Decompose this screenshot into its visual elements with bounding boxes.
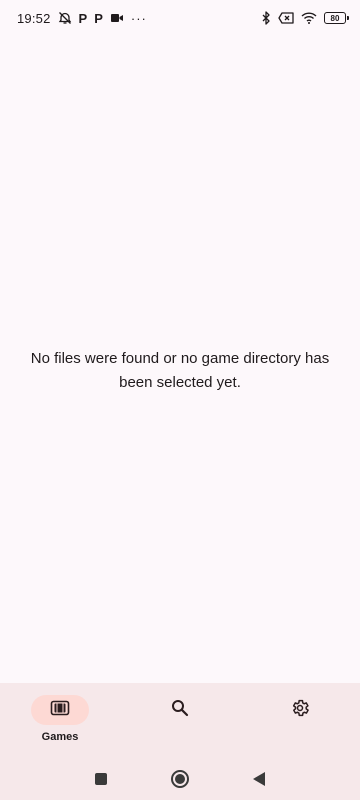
sim-x-icon — [278, 12, 294, 24]
cartridge-icon — [50, 700, 70, 721]
screen: 19:52 P P ··· 80 No files were found or … — [0, 0, 360, 800]
gear-icon — [290, 698, 310, 723]
nav-item-search[interactable] — [130, 695, 230, 725]
status-bar-right: 80 — [261, 11, 349, 25]
wifi-icon — [301, 12, 317, 24]
nav-item-settings[interactable] — [250, 695, 350, 725]
nav-label-games: Games — [41, 731, 79, 743]
bottom-navigation: Games — [0, 683, 360, 757]
search-icon — [171, 699, 189, 722]
status-time: 19:52 — [17, 10, 51, 26]
home-circle-icon[interactable] — [170, 769, 190, 789]
alarm-off-icon — [58, 11, 72, 25]
battery-icon: 80 — [324, 12, 349, 24]
nav-item-games[interactable]: Games — [10, 695, 110, 745]
nav-active-indicator — [31, 695, 89, 725]
nav-pill-search — [151, 695, 209, 725]
status-bar-left: 19:52 P P ··· — [17, 11, 147, 26]
overflow-dots: ··· — [130, 10, 147, 26]
battery-level: 80 — [330, 13, 340, 23]
back-triangle-icon[interactable] — [249, 769, 269, 789]
parking-icon-2: P — [94, 10, 103, 26]
video-camera-icon — [110, 12, 124, 24]
bluetooth-icon — [261, 11, 271, 25]
parking-icon: P — [78, 10, 88, 26]
status-bar: 19:52 P P ··· 80 — [0, 0, 360, 36]
recents-square-icon[interactable] — [91, 769, 111, 789]
nav-pill-settings — [271, 695, 329, 725]
empty-state-message: No files were found or no game directory… — [30, 350, 330, 391]
system-navigation-bar — [0, 757, 360, 800]
